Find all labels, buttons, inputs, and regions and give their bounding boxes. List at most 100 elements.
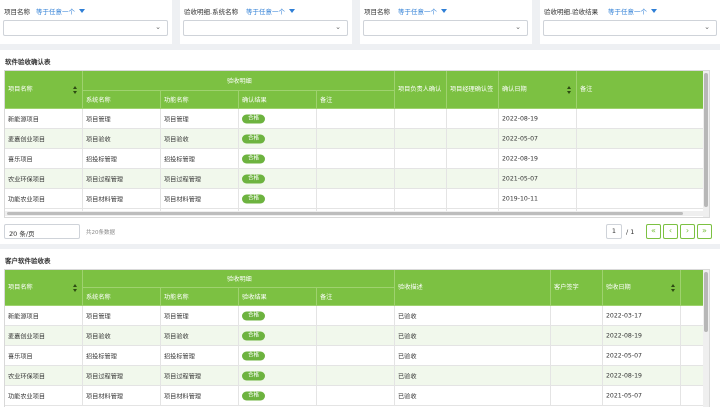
col-header-label: 验收描述 bbox=[398, 284, 423, 291]
filter-select[interactable]: ⌄ bbox=[183, 20, 348, 36]
col-header-system[interactable]: 系统名称 bbox=[83, 288, 161, 306]
col-header-description[interactable]: 验收描述 bbox=[395, 270, 551, 306]
filter-select[interactable]: ⌄ bbox=[543, 20, 717, 36]
table-cell bbox=[681, 366, 705, 386]
col-header-acceptance-result[interactable]: 验收结果 bbox=[239, 288, 317, 306]
prev-page-button[interactable]: ‹ bbox=[663, 224, 678, 239]
next-page-icon: › bbox=[685, 226, 690, 235]
cell-text: 项目材料管理 bbox=[86, 393, 124, 400]
table-cell: 农业环保项目 bbox=[5, 366, 83, 386]
table-cell: 招投标管理 bbox=[161, 149, 239, 169]
table-cell bbox=[395, 129, 447, 149]
sort-icon[interactable] bbox=[73, 85, 78, 94]
table-cell: 已验收 bbox=[395, 386, 551, 406]
sort-icon[interactable] bbox=[567, 85, 572, 94]
table-cell bbox=[577, 129, 705, 149]
table-cell: 项目管理 bbox=[83, 109, 161, 129]
cell-text: 项目验收 bbox=[86, 136, 111, 143]
table-cell: 2019-10-11 bbox=[499, 189, 577, 209]
first-page-icon: « bbox=[651, 226, 656, 235]
col-header-label: 项目经理确认签 bbox=[450, 86, 494, 93]
cell-text: 招投标管理 bbox=[86, 156, 117, 163]
scrollbar-thumb[interactable] bbox=[7, 212, 683, 215]
table-cell: 合格 bbox=[239, 189, 317, 209]
next-page-button[interactable]: › bbox=[680, 224, 695, 239]
table-cell: 项目过程管理 bbox=[161, 169, 239, 189]
table-cell: 合格 bbox=[239, 306, 317, 326]
col-header-extra bbox=[681, 270, 705, 306]
table-cell: 合格 bbox=[239, 386, 317, 406]
cell-text: 项目材料管理 bbox=[86, 196, 124, 203]
page-number-input[interactable]: 1 bbox=[606, 224, 622, 239]
cell-text: 2022-08-19 bbox=[502, 115, 538, 122]
last-page-icon: » bbox=[702, 226, 707, 235]
col-header-acceptance-date[interactable]: 验收日期 bbox=[603, 270, 681, 306]
cell-text: 项目管理 bbox=[164, 116, 189, 123]
col-header-confirm-date[interactable]: 确认日期 bbox=[499, 71, 577, 109]
table-cell: 项目过程管理 bbox=[83, 169, 161, 189]
col-header-remark[interactable]: 备注 bbox=[317, 91, 395, 109]
col-header-owner-confirm[interactable]: 项目负责人确认 bbox=[395, 71, 447, 109]
vertical-scrollbar[interactable] bbox=[703, 71, 709, 217]
scrollbar-thumb[interactable] bbox=[704, 73, 708, 207]
filter-operator-text: 等于任意一个 bbox=[36, 8, 75, 16]
table-cell: 项目过程管理 bbox=[83, 366, 161, 386]
cell-text: 功能农业项目 bbox=[8, 393, 46, 400]
col-header-label: 验收日期 bbox=[606, 284, 631, 291]
col-header-manager-confirm[interactable]: 项目经理确认签 bbox=[447, 71, 499, 109]
filter-project-name-2: 项目名称 等于任意一个 ⌄ bbox=[360, 0, 532, 44]
cell-text: 农业环保项目 bbox=[8, 176, 46, 183]
page-total: / 1 bbox=[626, 228, 635, 236]
cell-text: 招投标管理 bbox=[164, 156, 195, 163]
col-header-label: 备注 bbox=[320, 294, 333, 301]
cell-text: 麦嘉创业项目 bbox=[8, 136, 46, 143]
vertical-scrollbar[interactable] bbox=[703, 270, 709, 407]
table-cell bbox=[395, 189, 447, 209]
page-size-select[interactable]: 20 条/页 ⌄ bbox=[4, 224, 80, 239]
col-header-system[interactable]: 系统名称 bbox=[83, 91, 161, 109]
cell-text: 2022-08-19 bbox=[606, 372, 642, 379]
cell-text: 项目验收 bbox=[86, 333, 111, 340]
table-cell: 项目验收 bbox=[161, 326, 239, 346]
filter-operator[interactable]: 等于任意一个 bbox=[36, 6, 85, 16]
caret-down-icon bbox=[651, 9, 657, 13]
col-header-project[interactable]: 项目名称 bbox=[5, 270, 83, 306]
table-cell: 2021-05-07 bbox=[499, 169, 577, 189]
filter-operator[interactable]: 等于任意一个 bbox=[608, 6, 657, 16]
table-cell: 功能农业项目 bbox=[5, 386, 83, 406]
table-cell: 合格 bbox=[239, 129, 317, 149]
sort-icon[interactable] bbox=[73, 283, 78, 292]
last-page-button[interactable]: » bbox=[697, 224, 712, 239]
table-cell bbox=[317, 326, 395, 346]
table-cell bbox=[317, 386, 395, 406]
col-header-confirm-result[interactable]: 确认结果 bbox=[239, 91, 317, 109]
cell-text: 2021-05-07 bbox=[502, 175, 538, 182]
col-header-note[interactable]: 备注 bbox=[577, 71, 705, 109]
table-cell bbox=[317, 109, 395, 129]
table-cell bbox=[447, 109, 499, 129]
filter-label: 项目名称 bbox=[364, 8, 390, 16]
filter-label: 验收明细.验收结果 bbox=[544, 8, 599, 16]
col-header-function[interactable]: 功能名称 bbox=[161, 91, 239, 109]
table-cell: 2022-08-19 bbox=[603, 326, 681, 346]
filter-select[interactable]: ⌄ bbox=[3, 20, 168, 36]
table-cell bbox=[551, 306, 603, 326]
filter-operator[interactable]: 等于任意一个 bbox=[246, 6, 295, 16]
sort-icon[interactable] bbox=[671, 283, 676, 292]
horizontal-scrollbar[interactable] bbox=[5, 211, 705, 216]
scrollbar-thumb[interactable] bbox=[704, 272, 708, 332]
col-header-remark[interactable]: 备注 bbox=[317, 288, 395, 306]
filter-select[interactable]: ⌄ bbox=[363, 20, 528, 36]
filter-label: 项目名称 bbox=[4, 8, 30, 16]
filter-bar: 项目名称 等于任意一个 ⌄ 验收明细.系统名称 等于任意一个 ⌄ 项目名称 等于… bbox=[0, 0, 720, 44]
filter-label: 验收明细.系统名称 bbox=[184, 8, 239, 16]
first-page-button[interactable]: « bbox=[646, 224, 661, 239]
table-cell: 已验收 bbox=[395, 306, 551, 326]
cell-text: 项目过程管理 bbox=[164, 176, 202, 183]
col-header-label: 验收结果 bbox=[242, 294, 267, 301]
filter-operator[interactable]: 等于任意一个 bbox=[398, 6, 447, 16]
table-cell bbox=[447, 149, 499, 169]
col-header-function[interactable]: 功能名称 bbox=[161, 288, 239, 306]
col-header-customer-sign[interactable]: 客户签字 bbox=[551, 270, 603, 306]
col-header-project[interactable]: 项目名称 bbox=[5, 71, 83, 109]
